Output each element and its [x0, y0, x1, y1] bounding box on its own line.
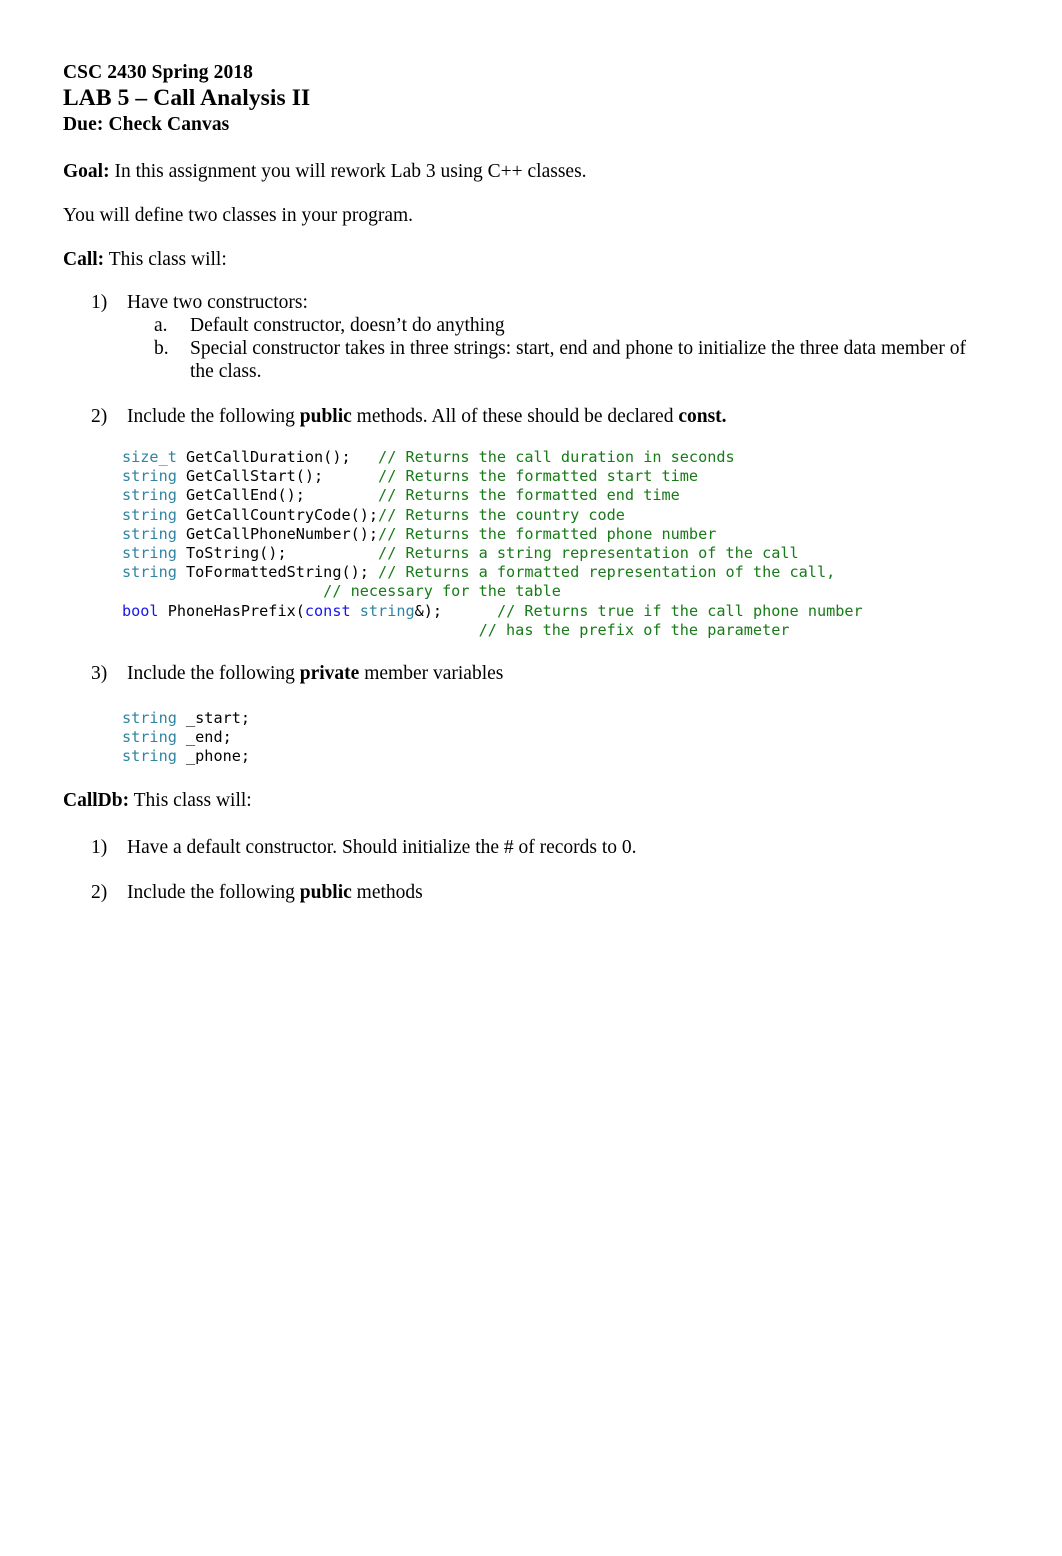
list-item-text: Default constructor, doesn’t do anything — [190, 315, 505, 336]
document-page: CSC 2430 Spring 2018 LAB 5 – Call Analys… — [0, 0, 1062, 1556]
code-signature — [122, 582, 323, 600]
course-line: CSC 2430 Spring 2018 — [63, 62, 253, 83]
list-item-text: Special constructor takes in three strin… — [190, 338, 966, 382]
code-comment: // Returns the formatted start time — [378, 467, 699, 486]
code-signature: GetCallCountryCode(); — [176, 505, 379, 524]
code-comment: // Returns a formatted representation of… — [378, 563, 836, 582]
code-signature: GetCallStart(); — [176, 467, 379, 486]
calldb-heading-text: This class will: — [129, 789, 252, 811]
code-member-name: _phone; — [176, 747, 251, 766]
list-marker: b. — [154, 338, 169, 359]
goal-text: In this assignment you will rework Lab 3… — [109, 161, 587, 182]
list-item: 1) Have two constructors: — [63, 291, 982, 314]
list-marker: 3) — [91, 663, 108, 685]
code-type-keyword: string — [122, 709, 177, 728]
code-block-private-members: string _start; string _end; string _phon… — [63, 709, 982, 767]
emphasis-public: public — [299, 881, 352, 903]
list-item-text: Have two constructors: — [127, 292, 308, 313]
emphasis-const: const. — [678, 406, 727, 427]
call-ordered-list-continued: 3) Include the following private member v… — [63, 662, 982, 685]
code-type-keyword: string — [122, 544, 177, 563]
list-item-text-mid: member variables — [359, 663, 504, 685]
code-keyword-bool: bool — [122, 601, 159, 620]
call-section-heading: Call: This class will: — [63, 248, 982, 271]
code-signature: ToFormattedString(); — [176, 563, 379, 582]
code-comment: // Returns a string representation of th… — [378, 544, 799, 563]
code-signature: PhoneHasPrefix( — [158, 601, 305, 620]
list-marker: 1) — [91, 292, 108, 313]
list-marker: a. — [154, 315, 168, 336]
code-signature: GetCallDuration(); — [176, 448, 379, 466]
list-item: a. Default constructor, doesn’t do anythi… — [63, 314, 982, 337]
calldb-label: CallDb: — [63, 789, 130, 811]
code-block-public-methods: size_t GetCallDuration(); // Returns the… — [63, 448, 982, 640]
emphasis-public: public — [299, 406, 352, 427]
document-header: CSC 2430 Spring 2018 LAB 5 – Call Analys… — [63, 60, 982, 138]
code-comment: // Returns the country code — [378, 505, 625, 524]
code-member-name: _start; — [176, 709, 251, 728]
code-type-keyword: string — [122, 728, 177, 747]
list-marker: 2) — [91, 406, 108, 427]
code-type-keyword: string — [122, 467, 177, 486]
goal-label: Goal: — [63, 161, 110, 182]
code-type-keyword: string — [122, 486, 177, 505]
call-heading-text: This class will: — [104, 249, 227, 270]
code-keyword-const: const — [304, 601, 351, 620]
code-comment: // Returns the formatted phone number — [378, 524, 717, 543]
list-item-text-mid: methods. All of these should be declared — [351, 406, 679, 427]
list-item-text-mid: methods — [351, 881, 423, 903]
list-marker: 1) — [91, 836, 108, 858]
calldb-ordered-list: 1) Have a default constructor. Should ini… — [63, 836, 982, 904]
list-item-text-pre: Include the following — [127, 881, 300, 903]
page-title: LAB 5 – Call Analysis II — [63, 85, 311, 111]
list-item-text: Have a default constructor. Should initi… — [127, 836, 637, 858]
code-comment: // Returns the formatted end time — [378, 486, 680, 505]
call-ordered-list: 1) Have two constructors: a. Default const… — [63, 291, 982, 428]
list-item: 2) Include the following public methods. … — [63, 405, 982, 428]
code-signature: GetCallEnd(); — [176, 486, 379, 505]
code-comment: // Returns the call duration in seconds — [378, 448, 735, 466]
call-label: Call: — [63, 249, 105, 270]
code-type-keyword: string — [122, 505, 177, 524]
code-signature: ToString(); — [176, 544, 379, 563]
code-comment: // necessary for the table — [323, 582, 561, 601]
code-comment: // has the prefix of the parameter — [478, 620, 790, 639]
call-sub-list: a. Default constructor, doesn’t do anythi… — [63, 314, 982, 383]
intro-paragraph: You will define two classes in your prog… — [63, 205, 414, 226]
list-item-text-pre: Include the following — [127, 406, 300, 427]
code-type-keyword: size_t — [122, 448, 177, 466]
list-item: 1) Have a default constructor. Should ini… — [63, 836, 982, 859]
goal-paragraph: Goal: In this assignment you will rework… — [63, 160, 982, 183]
list-item: b. Special constructor takes in three str… — [63, 337, 982, 383]
list-item: 3) Include the following private member v… — [63, 662, 982, 685]
due-line: Due: Check Canvas — [63, 114, 230, 135]
code-comment: // Returns true if the call phone number — [496, 601, 863, 620]
code-type-keyword: string — [359, 601, 415, 620]
code-signature-tail: &); — [414, 601, 497, 620]
calldb-section-heading: CallDb: This class will: — [63, 789, 982, 812]
list-item: 2) Include the following public methods — [63, 881, 982, 904]
code-signature: GetCallPhoneNumber(); — [176, 524, 379, 543]
code-type-keyword: string — [122, 563, 177, 582]
code-type-keyword: string — [122, 524, 177, 543]
code-member-name: _end; — [176, 728, 232, 747]
emphasis-private: private — [299, 663, 360, 685]
list-marker: 2) — [91, 881, 108, 903]
list-item-text-pre: Include the following — [127, 663, 300, 685]
code-type-keyword: string — [122, 747, 177, 766]
